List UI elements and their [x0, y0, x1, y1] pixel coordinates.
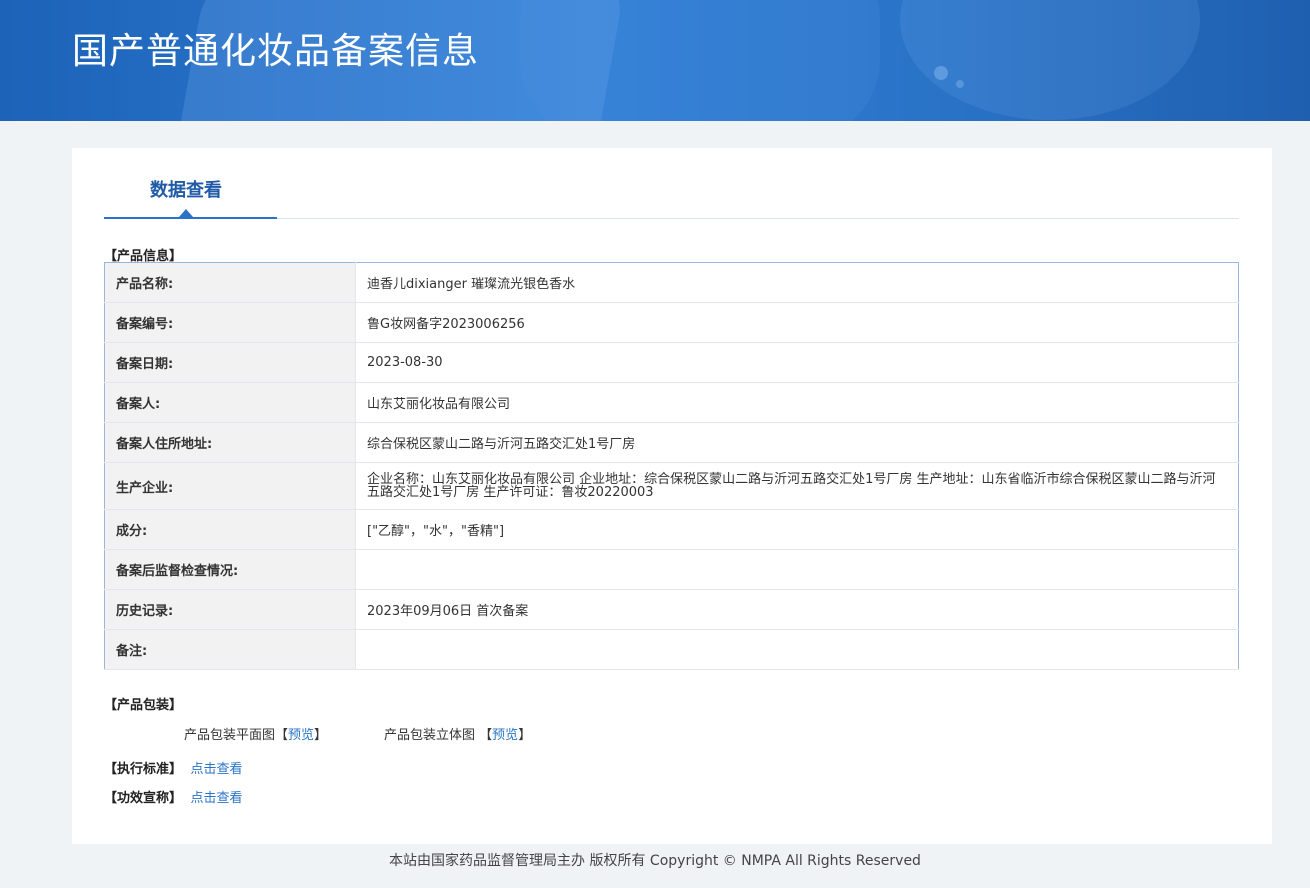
- field-label: 备案日期:: [104, 342, 356, 383]
- table-row: 备案后监督检查情况:: [104, 549, 1239, 590]
- table-row: 备案人: 山东艾丽化妆品有限公司: [104, 382, 1239, 423]
- packaging-solid-label: 产品包装立体图: [384, 728, 476, 743]
- field-label: 备注:: [104, 629, 356, 670]
- table-row: 成分: ["乙醇"，"水"，"香精"]: [104, 509, 1239, 550]
- field-value: [355, 549, 1239, 590]
- banner-decoration: [934, 66, 948, 80]
- flat-preview-link[interactable]: 预览: [288, 728, 314, 743]
- banner-decoration: [520, 0, 880, 121]
- field-label: 备案人:: [104, 382, 356, 423]
- field-label: 备案后监督检查情况:: [104, 549, 356, 590]
- table-row: 备案编号: 鲁G妆网备字2023006256: [104, 302, 1239, 343]
- solid-preview-link[interactable]: 预览: [492, 728, 518, 743]
- table-row: 备案人住所地址: 综合保税区蒙山二路与沂河五路交汇处1号厂房: [104, 422, 1239, 463]
- standard-label: 【执行标准】: [104, 762, 183, 777]
- field-label: 备案人住所地址:: [104, 422, 356, 463]
- page-title: 国产普通化妆品备案信息: [72, 31, 480, 72]
- bracket: 【: [275, 728, 289, 743]
- bracket: 】: [314, 728, 328, 743]
- table-row: 产品名称: 迪香儿dixianger 璀璨流光银色香水: [104, 262, 1239, 303]
- table-row: 备注:: [104, 629, 1239, 670]
- efficacy-view-link[interactable]: 点击查看: [191, 791, 243, 806]
- field-value: 综合保税区蒙山二路与沂河五路交汇处1号厂房: [355, 422, 1239, 463]
- table-row: 生产企业: 企业名称：山东艾丽化妆品有限公司 企业地址：综合保税区蒙山二路与沂河…: [104, 462, 1239, 510]
- field-value: [355, 629, 1239, 670]
- field-value: 鲁G妆网备字2023006256: [355, 302, 1239, 343]
- field-value: 企业名称：山东艾丽化妆品有限公司 企业地址：综合保税区蒙山二路与沂河五路交汇处1…: [355, 462, 1239, 510]
- content-card: 数据查看 【产品信息】 产品名称: 迪香儿dixianger 璀璨流光银色香水 …: [72, 148, 1272, 844]
- tab-data-view[interactable]: 数据查看: [104, 148, 277, 219]
- packaging-flat-label: 产品包装平面图: [184, 728, 276, 743]
- efficacy-heading: 【功效宣称】 点击查看: [104, 787, 243, 806]
- packaging-heading: 【产品包装】: [104, 698, 183, 713]
- tab-bar: 数据查看: [104, 148, 1239, 219]
- field-value: 山东艾丽化妆品有限公司: [355, 382, 1239, 423]
- packaging-solid: 产品包装立体图 【预览】: [384, 724, 531, 743]
- header-banner: 国产普通化妆品备案信息: [0, 0, 1310, 121]
- field-label: 生产企业:: [104, 462, 356, 510]
- field-label: 备案编号:: [104, 302, 356, 343]
- efficacy-label: 【功效宣称】: [104, 791, 183, 806]
- product-info-table: 产品名称: 迪香儿dixianger 璀璨流光银色香水 备案编号: 鲁G妆网备字…: [104, 262, 1239, 670]
- field-value: ["乙醇"，"水"，"香精"]: [355, 509, 1239, 550]
- standard-view-link[interactable]: 点击查看: [191, 762, 243, 777]
- bracket: 】: [518, 728, 532, 743]
- banner-decoration: [956, 80, 964, 88]
- table-row: 备案日期: 2023-08-30: [104, 342, 1239, 383]
- caret-up-icon: [179, 209, 193, 217]
- footer-copyright: 本站由国家药品监督管理局主办 版权所有 Copyright © NMPA All…: [389, 853, 921, 869]
- standard-heading: 【执行标准】 点击查看: [104, 758, 243, 777]
- field-value: 2023年09月06日 首次备案: [355, 589, 1239, 630]
- field-label: 历史记录:: [104, 589, 356, 630]
- table-row: 历史记录: 2023年09月06日 首次备案: [104, 589, 1239, 630]
- field-value: 迪香儿dixianger 璀璨流光银色香水: [355, 262, 1239, 303]
- bracket: 【: [479, 728, 493, 743]
- packaging-flat: 产品包装平面图【预览】: [184, 724, 327, 743]
- field-value: 2023-08-30: [355, 342, 1239, 383]
- tab-label: 数据查看: [150, 180, 222, 201]
- field-label: 产品名称:: [104, 262, 356, 303]
- banner-decoration: [900, 0, 1200, 120]
- field-label: 成分:: [104, 509, 356, 550]
